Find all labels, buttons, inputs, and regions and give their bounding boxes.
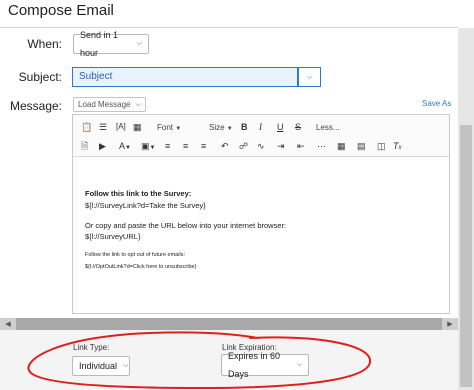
less-button[interactable]: Less... [316,122,340,134]
font-select[interactable]: Font ▼ [157,122,181,135]
body-line-6: ${l://OptOutLink?d=Click here to unsubsc… [85,264,197,270]
horizontal-scroll-thumb[interactable] [16,318,442,330]
link-type-value: Individual [79,361,118,371]
strikethrough-icon[interactable]: S [295,121,301,133]
compose-email-dialog: Compose Email When: Send in 1 hour ⌵ Sub… [0,0,474,390]
chevron-down-icon: ⌵ [136,40,142,47]
link-type-label: Link Type: [73,343,110,352]
subject-dropdown-button[interactable]: ⌵ [298,67,321,87]
link-type-select[interactable]: Individual ⌵ [72,356,130,376]
link-expiration-select[interactable]: Expires in 60 Days ⌵ [221,351,309,379]
dialog-title: Compose Email [8,2,114,19]
body-line-1: Follow this link to the Survey: [85,189,192,198]
document-icon[interactable]: 🗎 [81,140,88,152]
bold-icon[interactable]: B [241,121,248,133]
background-color-icon[interactable]: ▣▼ [141,140,155,154]
image-icon[interactable]: ▦ [133,121,142,133]
message-editor: 📋 ☰ [A] ▦ Font ▼ Size ▼ B I U S Less... … [72,114,450,314]
link-expiration-value: Expires in 60 Days [228,351,281,379]
unlink-icon[interactable]: ∿ [257,140,265,152]
subject-label: Subject: [18,70,62,84]
body-line-5: Follow the link to opt out of future ema… [85,252,185,258]
font-label: Font [157,123,174,132]
media-icon[interactable]: ▶ [99,140,106,152]
footer-panel: Link Type: Individual ⌵ Link Expiration:… [0,330,458,390]
when-select-value: Send in 1 hour [80,30,119,58]
load-message-select[interactable]: Load Message ⌵ [73,97,146,112]
chevron-down-icon: ⌵ [306,72,313,81]
link-icon[interactable]: ☍ [239,140,248,152]
title-divider [0,27,458,28]
when-select[interactable]: Send in 1 hour ⌵ [73,30,149,58]
clipboard-icon[interactable]: 📋 [81,121,92,133]
subject-input[interactable]: Subject [72,67,298,87]
outdent-icon[interactable]: ⇤ [297,140,305,152]
body-line-3: Or copy and paste the URL below into you… [85,221,287,230]
body-line-4: ${l://SurveyURL} [85,232,141,241]
scroll-left-icon[interactable]: ◀ [1,318,15,330]
text-color-icon[interactable]: A▼ [119,140,131,154]
source-icon[interactable]: ◫ [377,140,386,152]
chevron-down-icon: ⌵ [296,361,302,368]
chevron-down-icon: ⌵ [123,362,129,369]
message-label: Message: [9,99,62,113]
editor-toolbar: 📋 ☰ [A] ▦ Font ▼ Size ▼ B I U S Less... … [73,115,449,157]
list-icon[interactable]: ☰ [99,121,107,133]
body-line-2: ${l://SurveyLink?d=Take the Survey} [85,201,206,210]
size-label: Size [209,123,225,132]
code-icon[interactable]: ▤ [357,140,366,152]
a-box-icon[interactable]: [A] [116,121,126,133]
underline-icon[interactable]: U [277,121,284,133]
indent-icon[interactable]: ⇥ [277,140,285,152]
italic-icon[interactable]: I [259,121,262,133]
align-right-icon[interactable]: ≡ [201,140,206,152]
title-bar: Compose Email [0,0,474,26]
clear-format-icon[interactable]: Tx [393,140,402,154]
horizontal-rule-icon[interactable]: ⋯ [317,140,326,152]
save-as-link[interactable]: Save As [422,99,451,108]
align-left-icon[interactable]: ≡ [165,140,170,152]
undo-icon[interactable]: ↶ [221,140,229,152]
table-icon[interactable]: ▦ [337,140,346,152]
align-center-icon[interactable]: ≡ [183,140,188,152]
scroll-right-icon[interactable]: ▶ [443,318,457,330]
load-message-label: Load Message [78,100,131,109]
size-select[interactable]: Size ▼ [209,122,233,135]
vertical-scroll-thumb[interactable] [460,125,472,387]
chevron-down-icon: ⌵ [135,101,141,108]
when-label: When: [27,37,62,51]
